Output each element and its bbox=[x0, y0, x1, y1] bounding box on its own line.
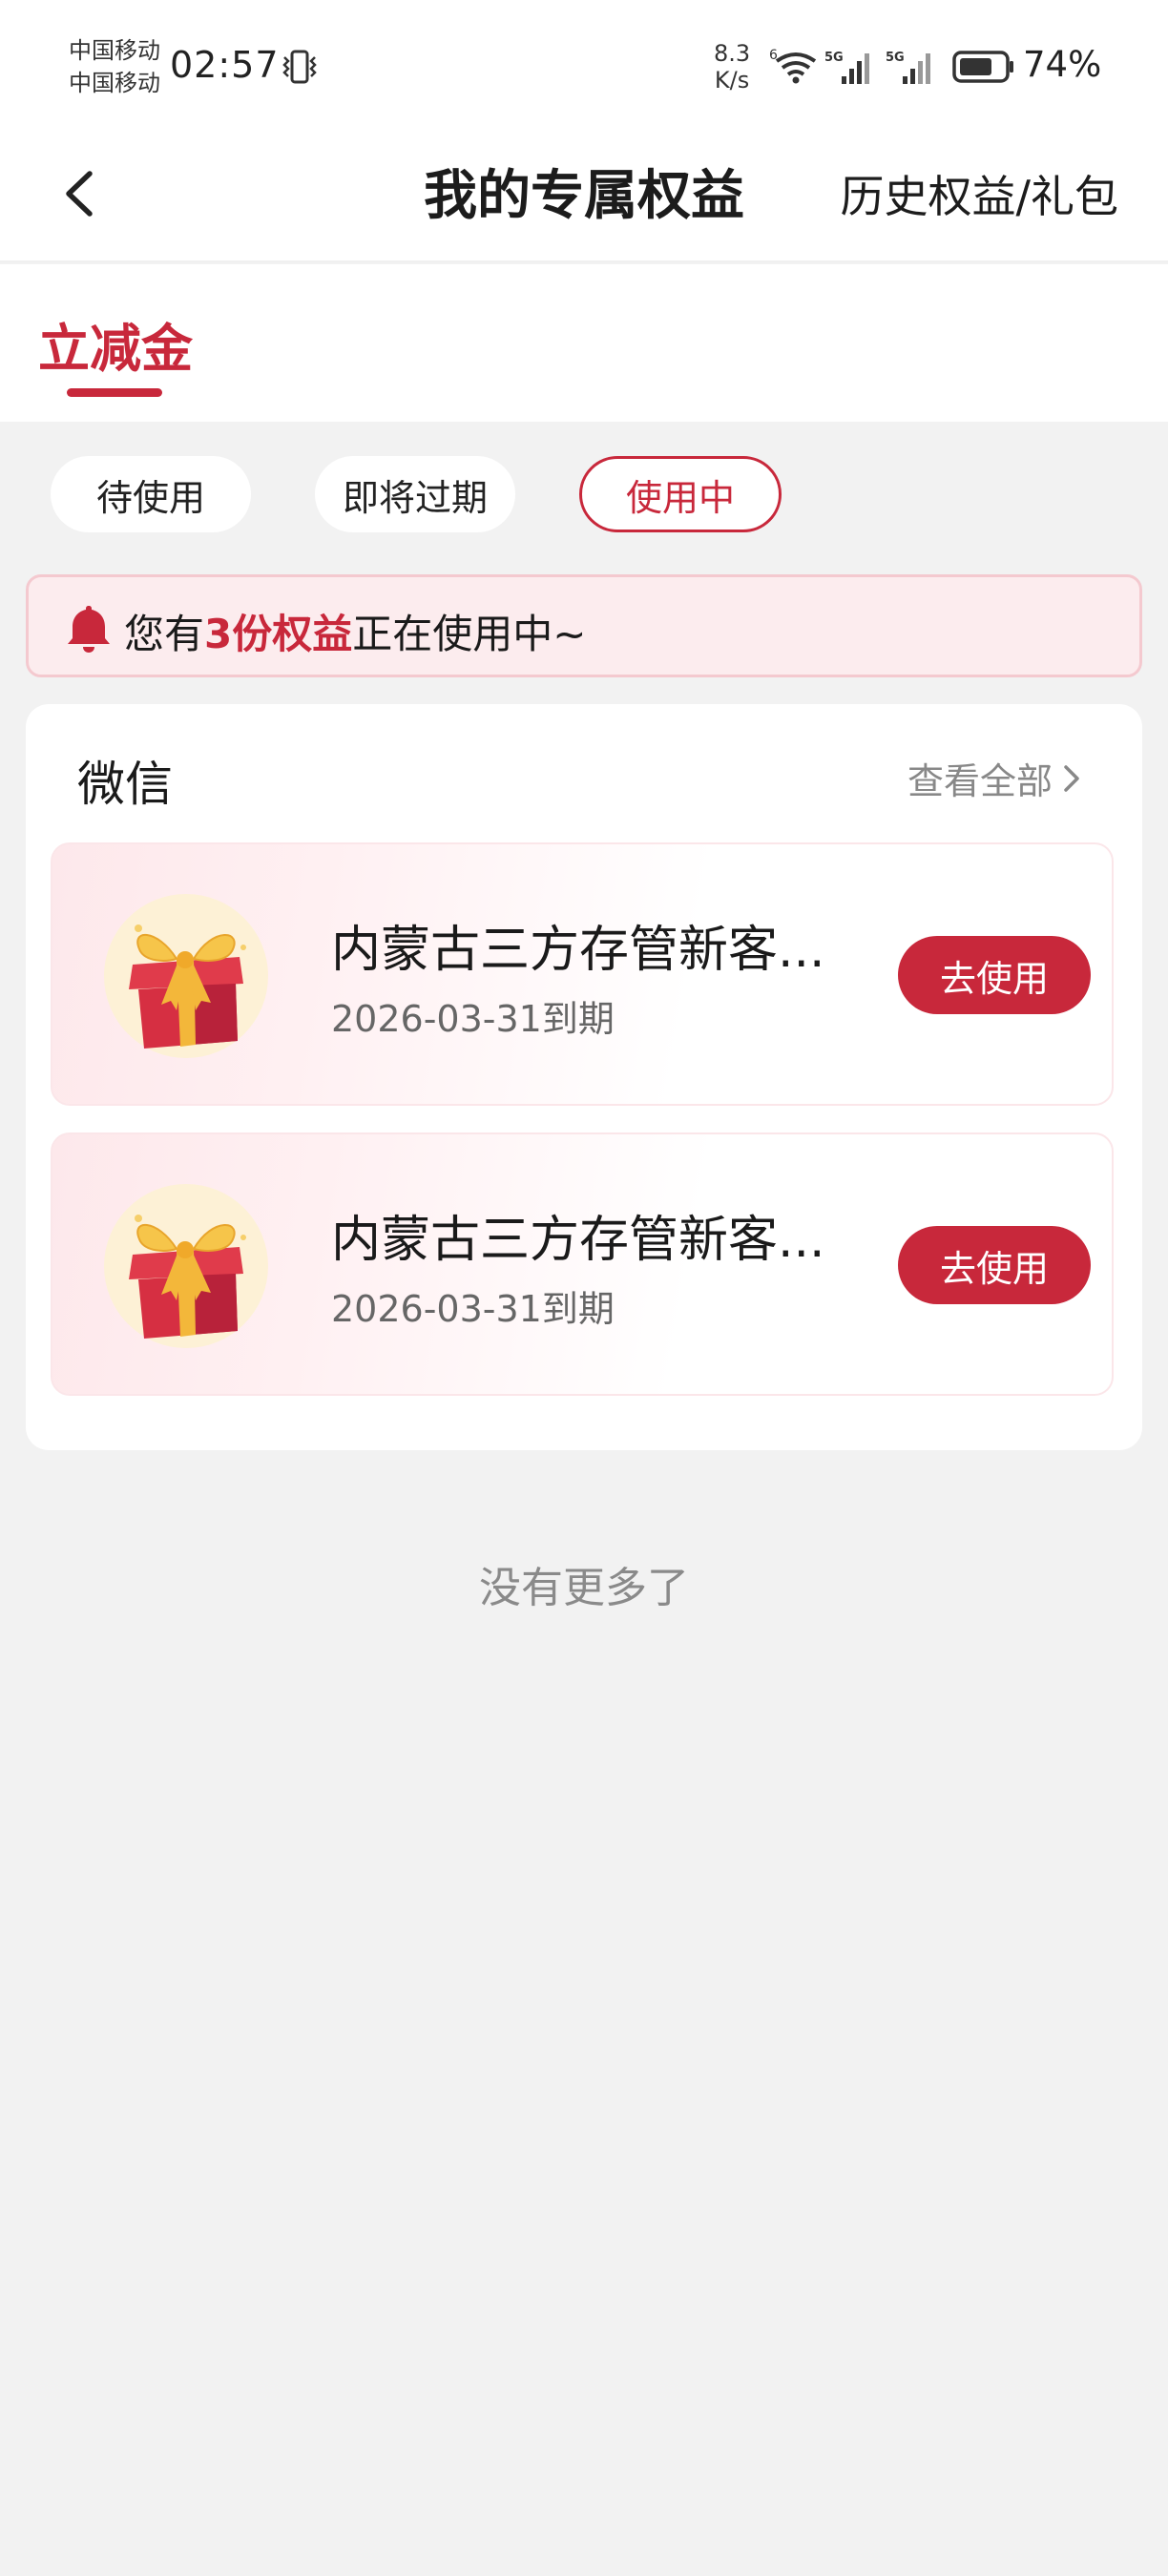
signal-icon-sim1: 5G bbox=[824, 51, 869, 84]
use-button[interactable]: 去使用 bbox=[898, 936, 1091, 1014]
tab-instant-discount[interactable]: 立减金 bbox=[38, 306, 193, 382]
tab-strip: 立减金 bbox=[0, 264, 1168, 422]
wifi-icon: 6 bbox=[769, 48, 817, 84]
view-all-link[interactable]: 查看全部 bbox=[907, 752, 1083, 804]
gift-box-icon bbox=[104, 1184, 268, 1348]
carrier-1: 中国移动 bbox=[69, 37, 160, 64]
network-speed: 8.3 K/s bbox=[714, 40, 751, 93]
notice-count-highlight: 3份权益 bbox=[204, 611, 353, 657]
signal-icon-sim2: 5G bbox=[886, 51, 930, 84]
section-title: 微信 bbox=[77, 757, 173, 812]
filter-chip-in-use[interactable]: 使用中 bbox=[579, 456, 782, 532]
in-use-notice: 您有3份权益正在使用中~ bbox=[26, 574, 1142, 677]
benefit-expiry: 2026-03-31到期 bbox=[331, 998, 615, 1040]
filter-chip-expiring[interactable]: 即将过期 bbox=[315, 456, 515, 532]
carrier-names: 中国移动 中国移动 bbox=[69, 34, 160, 99]
benefit-expiry: 2026-03-31到期 bbox=[331, 1288, 615, 1330]
svg-text:5G: 5G bbox=[824, 51, 844, 65]
carrier-2: 中国移动 bbox=[69, 70, 160, 96]
bell-icon bbox=[68, 606, 110, 653]
benefit-item[interactable]: 内蒙古三方存管新客... 2026-03-31到期 去使用 bbox=[51, 842, 1114, 1106]
no-more-text: 没有更多了 bbox=[479, 1564, 689, 1612]
gift-box-icon bbox=[104, 894, 268, 1058]
nav-bar: 我的专属权益 历史权益/礼包 bbox=[0, 124, 1168, 262]
vibrate-icon bbox=[282, 50, 317, 84]
tab-active-indicator bbox=[67, 388, 162, 397]
svg-text:5G: 5G bbox=[886, 51, 905, 65]
status-time: 02:57 bbox=[170, 44, 280, 86]
benefit-item[interactable]: 内蒙古三方存管新客... 2026-03-31到期 去使用 bbox=[51, 1132, 1114, 1396]
use-button[interactable]: 去使用 bbox=[898, 1226, 1091, 1304]
history-benefits-link[interactable]: 历史权益/礼包 bbox=[841, 162, 1119, 225]
benefit-name: 内蒙古三方存管新客... bbox=[331, 922, 825, 979]
svg-text:6: 6 bbox=[769, 48, 778, 63]
benefit-card-wechat: 微信 查看全部 内蒙古三方存管新客... 2026-03-31到期 去使用 内蒙… bbox=[26, 704, 1142, 1450]
battery-percent: 74% bbox=[1023, 44, 1102, 85]
chevron-right-icon bbox=[1064, 764, 1079, 792]
benefit-name: 内蒙古三方存管新客... bbox=[331, 1212, 825, 1269]
filter-chip-to-use[interactable]: 待使用 bbox=[51, 456, 251, 532]
status-bar: 中国移动 中国移动 02:57 8.3 K/s 6 5G 5G 74% bbox=[0, 0, 1168, 124]
battery-icon bbox=[952, 51, 1013, 83]
notice-message: 您有3份权益正在使用中~ bbox=[124, 611, 587, 657]
